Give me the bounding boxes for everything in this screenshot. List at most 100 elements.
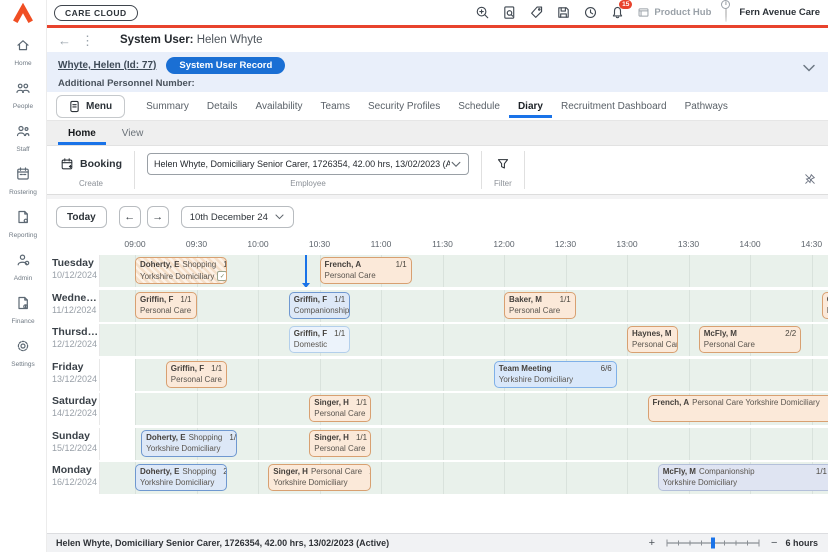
day-schedule-track[interactable]: Doherty, EShopping1/1Yorkshire Domicilia… (100, 428, 828, 460)
info-badge-icon: i (721, 0, 730, 9)
filter-button[interactable] (496, 151, 510, 177)
tab-summary[interactable]: Summary (137, 94, 198, 118)
diary-event[interactable]: Griffin, F1/1Personal Care (135, 292, 197, 319)
next-arrow-button[interactable]: → (147, 206, 169, 228)
diary-event[interactable]: Doherty, EShopping2/2Yorkshire Domicilia… (135, 464, 227, 491)
gridline (504, 324, 505, 356)
save-icon[interactable] (556, 5, 571, 20)
date-dropdown[interactable]: 10th December 24 (181, 206, 294, 228)
home-icon (15, 37, 31, 58)
diary-event[interactable]: Griffin, F1/1Domestic (289, 326, 351, 353)
diary-event[interactable]: Baker, M1/1Personal Care (504, 292, 576, 319)
record-search-icon[interactable] (502, 5, 517, 20)
app-logo-icon[interactable] (0, 0, 46, 27)
diary-event[interactable]: McFly, M2/2Personal Care (699, 326, 802, 353)
record-link[interactable]: Whyte, Helen (Id: 77) (58, 60, 156, 71)
diary-event[interactable]: Singer, H1/1Personal Care (309, 430, 371, 457)
day-schedule-track[interactable]: Griffin, F1/1Personal Care Griffin, F1/1C… (100, 290, 828, 322)
subtab-view[interactable]: View (112, 123, 154, 145)
unpin-icon[interactable] (804, 172, 816, 190)
diary-event[interactable]: Griffin, F1/1Personal Care (822, 292, 828, 319)
zoom-in-button[interactable]: + (649, 538, 655, 549)
event-ratio: 1/1 (392, 260, 407, 269)
diary-event[interactable]: Singer, HPersonal Care1/1Yorkshire Domic… (268, 464, 371, 491)
event-client-name: Haynes, M (632, 329, 672, 338)
tab-details[interactable]: Details (198, 94, 247, 118)
sidebar-nav: Home People Staff Rostering Reporting Admin Fi… (0, 37, 46, 368)
gridline (443, 324, 444, 356)
event-ratio: 2/2 (781, 329, 796, 338)
gridline (750, 255, 751, 287)
prev-arrow-button[interactable]: ← (119, 206, 141, 228)
gridline (258, 290, 259, 322)
sidebar-item-staff[interactable]: Staff (15, 123, 31, 153)
gridline (750, 290, 751, 322)
event-service: Shopping (182, 467, 216, 476)
subtab-home[interactable]: Home (58, 123, 106, 145)
task-check-icon: ✓ (217, 271, 227, 281)
sidebar-item-reporting[interactable]: Reporting (9, 209, 37, 239)
employee-select[interactable]: Helen Whyte, Domiciliary Senior Carer, 1… (147, 153, 469, 175)
gridline (135, 428, 136, 460)
notifications-icon[interactable]: 15 (610, 5, 625, 20)
diary-event[interactable]: Team Meeting6/6Yorkshire Domiciliary (494, 361, 617, 388)
day-date: 14/12/2024 (52, 408, 99, 418)
today-button[interactable]: Today (56, 206, 107, 228)
sidebar-item-home[interactable]: Home (14, 37, 31, 67)
event-detail: Yorkshire Domiciliary (146, 444, 220, 453)
diary-event[interactable]: French, A1/1Personal Care (320, 257, 412, 284)
gridline (443, 290, 444, 322)
tab-availability[interactable]: Availability (246, 94, 311, 118)
event-client-name: French, A (653, 398, 690, 407)
diary-event[interactable]: Haynes, M1/1Personal Care (627, 326, 678, 353)
sidebar-item-settings[interactable]: Settings (11, 338, 35, 368)
tab-diary[interactable]: Diary (509, 94, 552, 118)
diary-event[interactable]: Griffin, F1/1Personal Care (166, 361, 228, 388)
kebab-menu-icon[interactable]: ⋮ (81, 34, 94, 47)
calendar-row-friday: Friday13/12/2024Griffin, F1/1Personal Ca… (46, 359, 828, 391)
gridline (381, 462, 382, 494)
day-schedule-track[interactable]: Doherty, EShopping1/1Yorkshire Domicilia… (100, 255, 828, 287)
tab-security-profiles[interactable]: Security Profiles (359, 94, 449, 118)
history-icon[interactable] (583, 5, 598, 20)
gridline (258, 324, 259, 356)
event-ratio: 1/1 (556, 295, 571, 304)
day-schedule-track[interactable]: Doherty, EShopping2/2Yorkshire Domicilia… (100, 462, 828, 494)
diary-event[interactable]: Griffin, F1/1Companionship (289, 292, 351, 319)
sidebar-item-rostering[interactable]: Rostering (9, 166, 37, 196)
gridline (750, 359, 751, 391)
sidebar-item-admin[interactable]: Admin (14, 252, 32, 282)
product-hub-button[interactable]: Product Hub (637, 6, 711, 19)
tab-teams[interactable]: Teams (312, 94, 359, 118)
diary-event[interactable]: French, APersonal Care Yorkshire Domicil… (648, 395, 828, 422)
zoom-out-button[interactable]: − (771, 538, 777, 549)
gridline (566, 255, 567, 287)
gridline (258, 393, 259, 425)
day-schedule-track[interactable]: Griffin, F1/1Domestic Haynes, M1/1Persona… (100, 324, 828, 356)
diary-event[interactable]: Singer, H1/1Personal Care (309, 395, 371, 422)
day-schedule-track[interactable]: Griffin, F1/1Personal Care Team Meeting6/… (100, 359, 828, 391)
zoom-icon[interactable] (475, 5, 490, 20)
tab-bar: Menu SummaryDetailsAvailabilityTeamsSecu… (46, 92, 828, 120)
care-cloud-badge[interactable]: CARE CLOUD (54, 5, 138, 21)
event-client-name: Baker, M (509, 295, 542, 304)
chevron-down-icon[interactable] (802, 60, 816, 78)
booking-button[interactable]: Booking (60, 157, 122, 171)
menu-button-label: Menu (86, 101, 112, 112)
finance-icon (15, 295, 31, 316)
user-avatar[interactable]: i (725, 4, 727, 22)
tab-recruitment-dashboard[interactable]: Recruitment Dashboard (552, 94, 676, 118)
diary-event[interactable]: Doherty, EShopping1/1Yorkshire Domicilia… (141, 430, 237, 457)
sidebar-item-finance[interactable]: Finance (11, 295, 34, 325)
diary-event[interactable]: Doherty, EShopping1/1Yorkshire Domicilia… (135, 257, 227, 284)
zoom-slider[interactable] (663, 536, 763, 550)
menu-button[interactable]: Menu (56, 95, 125, 118)
tab-schedule[interactable]: Schedule (449, 94, 509, 118)
tag-icon[interactable] (529, 5, 544, 20)
day-schedule-track[interactable]: Singer, H1/1Personal Care French, APerson… (100, 393, 828, 425)
back-arrow-icon[interactable]: ← (58, 34, 71, 47)
diary-event[interactable]: McFly, MCompanionship1/1Yorkshire Domici… (658, 464, 828, 491)
page-title-label: System User: (120, 34, 194, 46)
tab-pathways[interactable]: Pathways (676, 94, 737, 118)
sidebar-item-people[interactable]: People (13, 80, 33, 110)
